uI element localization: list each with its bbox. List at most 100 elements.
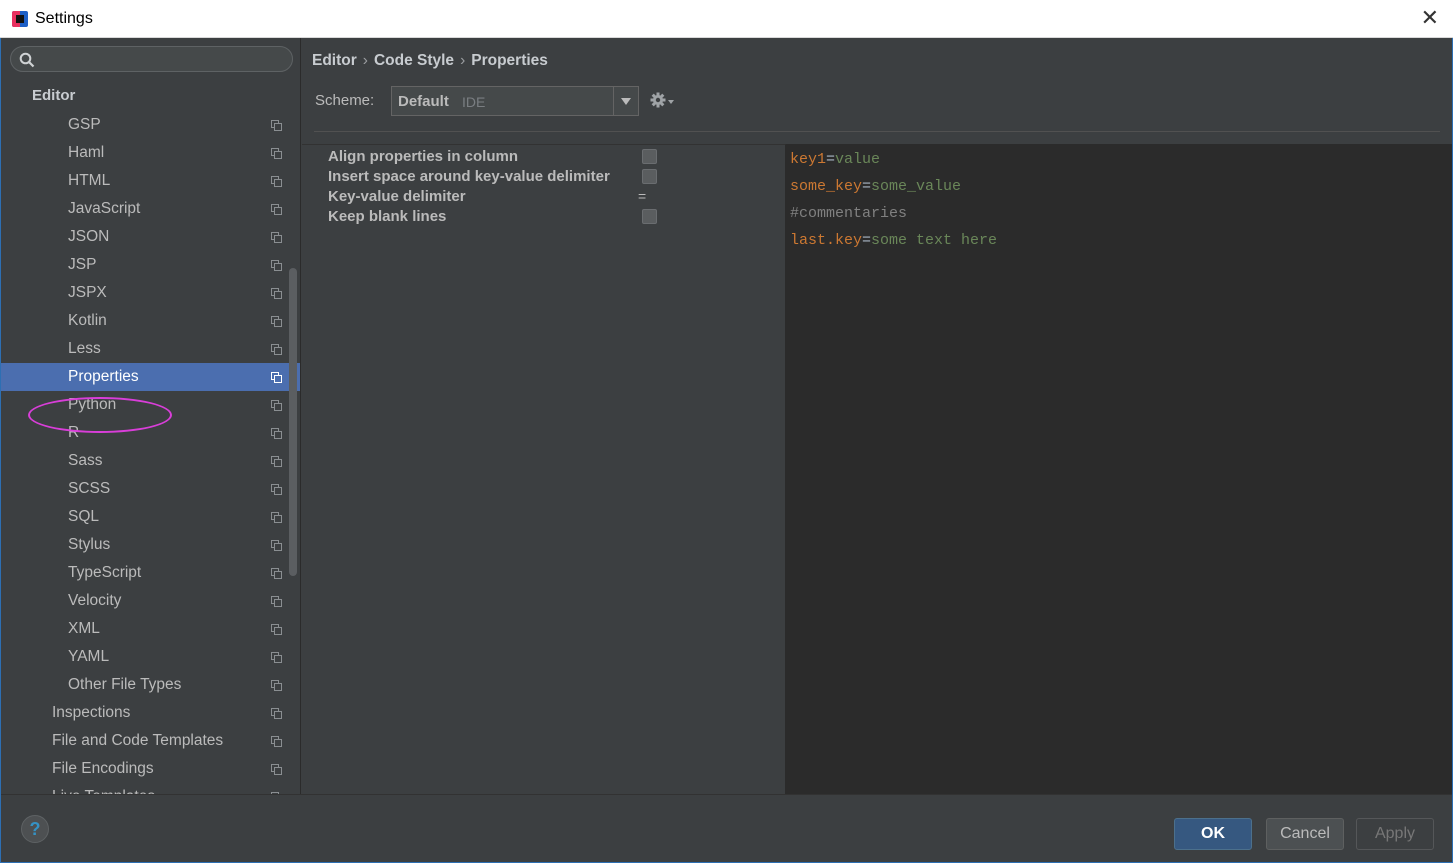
sidebar-item-xml[interactable]: XML [1, 615, 300, 643]
sidebar-item-label: JSPX [68, 284, 107, 301]
copy-icon [271, 484, 282, 495]
sidebar-item-label: Other File Types [68, 676, 182, 693]
preview-line-1: key1=value [790, 151, 881, 168]
sidebar-item-typescript[interactable]: TypeScript [1, 559, 300, 587]
option-keep-blank-label: Keep blank lines [328, 208, 447, 225]
breadcrumb-separator: › [460, 52, 466, 69]
breadcrumb-separator: › [362, 52, 368, 69]
scheme-value: Default [398, 93, 449, 110]
copy-icon [271, 512, 282, 523]
sidebar-item-file-and-code-templates[interactable]: File and Code Templates [1, 727, 300, 755]
copy-icon [271, 736, 282, 747]
settings-sidebar: Editor GSP Haml HTML JavaScript JSON JSP JSPX K… [1, 38, 301, 794]
option-align-label: Align properties in column [328, 148, 519, 165]
sidebar-item-label: Live Templates [52, 783, 155, 794]
sidebar-item-properties[interactable]: Properties [1, 363, 300, 391]
divider [314, 131, 1440, 132]
copy-icon [271, 232, 282, 243]
sidebar-item-label: JavaScript [68, 200, 141, 217]
sidebar-item-less[interactable]: Less [1, 335, 300, 363]
cancel-button[interactable]: Cancel [1266, 818, 1344, 850]
sidebar-scrollbar[interactable] [289, 268, 297, 576]
ok-button[interactable]: OK [1174, 818, 1252, 850]
preview-line-3: #commentaries [790, 205, 908, 222]
sidebar-item-label: Kotlin [68, 312, 107, 329]
breadcrumb-code-style: Code Style [373, 52, 455, 69]
sidebar-item-html[interactable]: HTML [1, 167, 300, 195]
copy-icon [271, 148, 282, 159]
sidebar-item-json[interactable]: JSON [1, 223, 300, 251]
sidebar-item-haml[interactable]: Haml [1, 139, 300, 167]
sidebar-item-label: Properties [68, 368, 139, 385]
delimiter-value[interactable]: = [638, 188, 646, 204]
code-preview[interactable]: key1=value some_key=some_value #commenta… [786, 144, 1452, 794]
close-icon[interactable]: ✕ [1421, 6, 1439, 31]
copy-icon [271, 764, 282, 775]
align-checkbox[interactable] [642, 149, 657, 164]
copy-icon [271, 288, 282, 299]
copy-icon [271, 260, 282, 271]
chevron-down-icon [613, 87, 638, 115]
preview-line-4: last.key=some text here [790, 232, 998, 249]
breadcrumb: Editor › Code Style › Properties [312, 52, 548, 70]
sidebar-item-sass[interactable]: Sass [1, 447, 300, 475]
settings-search-input[interactable] [10, 46, 293, 72]
sidebar-item-javascript[interactable]: JavaScript [1, 195, 300, 223]
sidebar-item-other-file-types[interactable]: Other File Types [1, 671, 300, 699]
sidebar-item-label: HTML [68, 172, 111, 189]
option-insert-space-label: Insert space around key-value delimiter [328, 168, 610, 185]
sidebar-item-label: File and Code Templates [52, 732, 224, 749]
sidebar-item-file-encodings[interactable]: File Encodings [1, 755, 300, 783]
sidebar-item-label: JSON [68, 228, 110, 245]
tree-header-editor[interactable]: Editor [32, 87, 75, 104]
copy-icon [271, 176, 282, 187]
sidebar-item-stylus[interactable]: Stylus [1, 531, 300, 559]
sidebar-item-live-templates[interactable]: Live Templates [1, 783, 300, 794]
copy-icon [271, 120, 282, 131]
sidebar-item-velocity[interactable]: Velocity [1, 587, 300, 615]
sidebar-item-jspx[interactable]: JSPX [1, 279, 300, 307]
sidebar-item-gsp[interactable]: GSP [1, 111, 300, 139]
sidebar-item-jsp[interactable]: JSP [1, 251, 300, 279]
sidebar-item-inspections[interactable]: Inspections [1, 699, 300, 727]
help-icon[interactable]: ? [21, 815, 49, 843]
search-icon [19, 52, 35, 68]
copy-icon [271, 596, 282, 607]
scheme-label: Scheme: [315, 92, 375, 109]
sidebar-item-scss[interactable]: SCSS [1, 475, 300, 503]
insert-space-checkbox[interactable] [642, 169, 657, 184]
scheme-dropdown[interactable]: Default IDE [391, 86, 639, 116]
sidebar-item-sql[interactable]: SQL [1, 503, 300, 531]
dialog-footer: ? OK Cancel Apply [1, 794, 1452, 862]
sidebar-item-label: Haml [68, 144, 105, 161]
copy-icon [271, 456, 282, 467]
sidebar-item-yaml[interactable]: YAML [1, 643, 300, 671]
copy-icon [271, 680, 282, 691]
copy-icon [271, 204, 282, 215]
copy-icon [271, 344, 282, 355]
sidebar-item-kotlin[interactable]: Kotlin [1, 307, 300, 335]
apply-button[interactable]: Apply [1356, 818, 1434, 850]
sidebar-item-label: JSP [68, 256, 97, 273]
sidebar-item-label: TypeScript [68, 564, 142, 581]
copy-icon [271, 708, 282, 719]
sidebar-item-label: Velocity [68, 592, 122, 609]
sidebar-item-label: SQL [68, 508, 100, 525]
breadcrumb-editor: Editor [312, 52, 357, 69]
breadcrumb-properties: Properties [471, 52, 548, 69]
sidebar-item-label: Sass [68, 452, 103, 469]
gear-icon[interactable] [650, 91, 676, 111]
keep-blank-checkbox[interactable] [642, 209, 657, 224]
copy-icon [271, 540, 282, 551]
title-bar: Settings ✕ [0, 0, 1453, 38]
sidebar-item-label: GSP [68, 116, 101, 133]
copy-icon [271, 372, 282, 383]
copy-icon [271, 568, 282, 579]
intellij-app-icon [12, 11, 28, 27]
sidebar-item-label: YAML [68, 648, 110, 665]
copy-icon [271, 316, 282, 327]
sidebar-item-label: Inspections [52, 704, 131, 721]
window-title: Settings [35, 10, 93, 27]
sidebar-item-label: Stylus [68, 536, 111, 553]
copy-icon [271, 400, 282, 411]
